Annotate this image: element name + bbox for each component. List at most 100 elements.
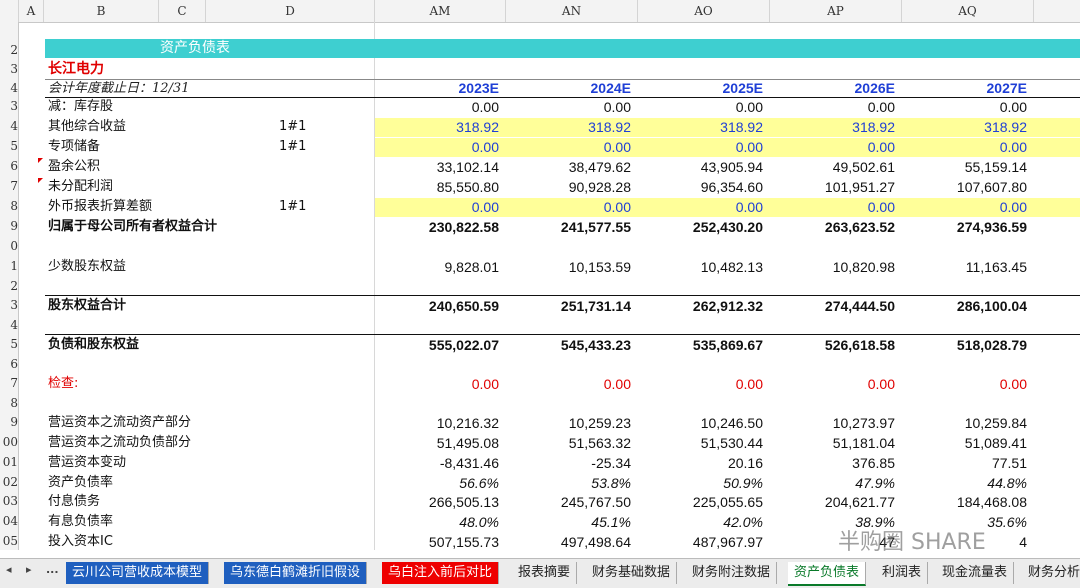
tab-financial-notes[interactable]: 财务附注数据 xyxy=(686,562,778,584)
value-cell[interactable]: 0.00 xyxy=(375,197,499,217)
value-cell[interactable]: 10,273.97 xyxy=(771,413,895,433)
col-header-am[interactable]: AM xyxy=(375,0,506,22)
value-cell[interactable]: 55,159.14 xyxy=(903,157,1027,177)
tab-balance-sheet[interactable]: 资产负债表 xyxy=(788,562,867,586)
row-number[interactable]: 8 xyxy=(0,197,18,216)
value-cell[interactable]: 225,055.65 xyxy=(639,492,763,512)
value-cell[interactable]: 526,618.58 xyxy=(771,335,895,355)
value-cell[interactable]: 10,216.32 xyxy=(375,413,499,433)
row-number[interactable]: 2 xyxy=(0,41,18,60)
value-cell[interactable]: 245,767.50 xyxy=(507,492,631,512)
row-number[interactable]: 9 xyxy=(0,413,18,432)
row-label[interactable]: 负债和股东权益 xyxy=(48,335,139,355)
value-cell[interactable]: 0.00 xyxy=(375,97,499,117)
row-label[interactable]: 营运资本之流动资产部分 xyxy=(48,413,191,433)
col-header-ap[interactable]: AP xyxy=(770,0,902,22)
value-cell[interactable]: 204,621.77 xyxy=(771,492,895,512)
value-cell[interactable]: 535,869.67 xyxy=(639,335,763,355)
row-number[interactable]: 4 xyxy=(0,117,18,136)
row-number[interactable]: 7 xyxy=(0,177,18,196)
tab-more-icon[interactable]: ... xyxy=(46,563,59,576)
col-header-b[interactable]: B xyxy=(44,0,159,22)
value-cell[interactable]: 262,912.32 xyxy=(639,296,763,316)
value-cell[interactable]: 0.00 xyxy=(771,97,895,117)
row-number[interactable]: 9 xyxy=(0,217,18,236)
tab-financial-base[interactable]: 财务基础数据 xyxy=(586,562,678,584)
col-header-an[interactable]: AN xyxy=(506,0,638,22)
comment-indicator[interactable] xyxy=(38,158,43,163)
value-cell[interactable]: 376.85 xyxy=(771,453,895,473)
row-number[interactable]: 4 xyxy=(0,79,18,98)
tab-wudongde-depreciation[interactable]: 乌东德白鹤滩折旧假设 xyxy=(224,562,368,584)
year-header-cell[interactable]: 2025E xyxy=(639,79,763,98)
row-number[interactable]: 05 xyxy=(0,532,18,550)
value-cell[interactable]: 0.00 xyxy=(375,374,499,394)
value-cell[interactable]: 51,089.41 xyxy=(903,433,1027,453)
row-number[interactable]: 04 xyxy=(0,512,18,531)
value-cell[interactable]: 47.9% xyxy=(771,473,895,493)
row-number[interactable]: 0 xyxy=(0,237,18,256)
value-cell[interactable]: 53.8% xyxy=(507,473,631,493)
row-label[interactable]: 检查: xyxy=(48,374,78,394)
value-cell[interactable]: 0.00 xyxy=(639,374,763,394)
row-number[interactable]: 01 xyxy=(0,453,18,472)
row-label[interactable]: 未分配利润 xyxy=(48,177,113,197)
value-cell[interactable]: 101,951.27 xyxy=(771,177,895,197)
row-number[interactable]: 1 xyxy=(0,257,18,276)
row-number[interactable]: 6 xyxy=(0,355,18,374)
row-label[interactable]: 有息负债率 xyxy=(48,512,113,532)
row-label[interactable]: 营运资本变动 xyxy=(48,453,126,473)
value-cell[interactable]: 96,354.60 xyxy=(639,177,763,197)
tab-report-summary[interactable]: 报表摘要 xyxy=(512,562,578,584)
tab-injection-compare[interactable]: 乌白注入前后对比 xyxy=(382,562,500,584)
row-mark[interactable]: 1#1 xyxy=(279,197,319,217)
value-cell[interactable]: 51,495.08 xyxy=(375,433,499,453)
comment-indicator[interactable] xyxy=(38,178,43,183)
value-cell[interactable]: 318.92 xyxy=(375,117,499,137)
row-label[interactable]: 付息债务 xyxy=(48,492,100,512)
value-cell[interactable]: 42.0% xyxy=(639,512,763,532)
row-number[interactable]: 3 xyxy=(0,296,18,315)
value-cell[interactable]: 20.16 xyxy=(639,453,763,473)
value-cell[interactable]: 0.00 xyxy=(507,97,631,117)
value-cell[interactable]: 0.00 xyxy=(507,197,631,217)
row-mark[interactable]: 1#1 xyxy=(279,117,319,137)
value-cell[interactable]: 51,530.44 xyxy=(639,433,763,453)
year-header-cell[interactable]: 2024E xyxy=(507,79,631,98)
value-cell[interactable]: 77.51 xyxy=(903,453,1027,473)
row-label[interactable]: 营运资本之流动负债部分 xyxy=(48,433,191,453)
year-header-cell[interactable]: 2023E xyxy=(375,79,499,98)
row-label[interactable]: 投入资本IC xyxy=(48,532,113,550)
value-cell[interactable]: 107,607.80 xyxy=(903,177,1027,197)
value-cell[interactable]: 43,905.94 xyxy=(639,157,763,177)
row-number[interactable]: 8 xyxy=(0,394,18,413)
row-label[interactable]: 专项储备 xyxy=(48,137,100,157)
value-cell[interactable]: 33,102.14 xyxy=(375,157,499,177)
value-cell[interactable]: 318.92 xyxy=(507,117,631,137)
row-number[interactable]: 5 xyxy=(0,137,18,156)
row-number[interactable]: 00 xyxy=(0,433,18,452)
value-cell[interactable]: 230,822.58 xyxy=(375,217,499,237)
value-cell[interactable]: 85,550.80 xyxy=(375,177,499,197)
year-header-cell[interactable]: 2026E xyxy=(771,79,895,98)
tab-income-statement[interactable]: 利润表 xyxy=(876,562,929,584)
value-cell[interactable]: 0.00 xyxy=(903,197,1027,217)
value-cell[interactable]: 0.00 xyxy=(507,137,631,157)
value-cell[interactable]: 9,828.01 xyxy=(375,257,500,277)
value-cell[interactable]: 274,444.50 xyxy=(771,296,895,316)
value-cell[interactable]: 318.92 xyxy=(771,117,895,137)
row-mark[interactable]: 1#1 xyxy=(279,137,319,157)
tab-scroll-left-icon[interactable]: ◂ xyxy=(6,563,12,576)
value-cell[interactable]: 0.00 xyxy=(375,137,499,157)
value-cell[interactable]: 263,623.52 xyxy=(771,217,895,237)
value-cell[interactable]: 48.0% xyxy=(375,512,499,532)
col-header-a[interactable]: A xyxy=(19,0,44,22)
value-cell[interactable]: 10,153.59 xyxy=(507,257,631,277)
value-cell[interactable]: -25.34 xyxy=(507,453,631,473)
value-cell[interactable]: 251,731.14 xyxy=(507,296,631,316)
row-number[interactable]: 7 xyxy=(0,374,18,393)
row-number[interactable]: 03 xyxy=(0,492,18,511)
value-cell[interactable]: 45.1% xyxy=(507,512,631,532)
value-cell[interactable]: 497,498.64 xyxy=(507,532,631,550)
row-number[interactable]: 02 xyxy=(0,473,18,492)
